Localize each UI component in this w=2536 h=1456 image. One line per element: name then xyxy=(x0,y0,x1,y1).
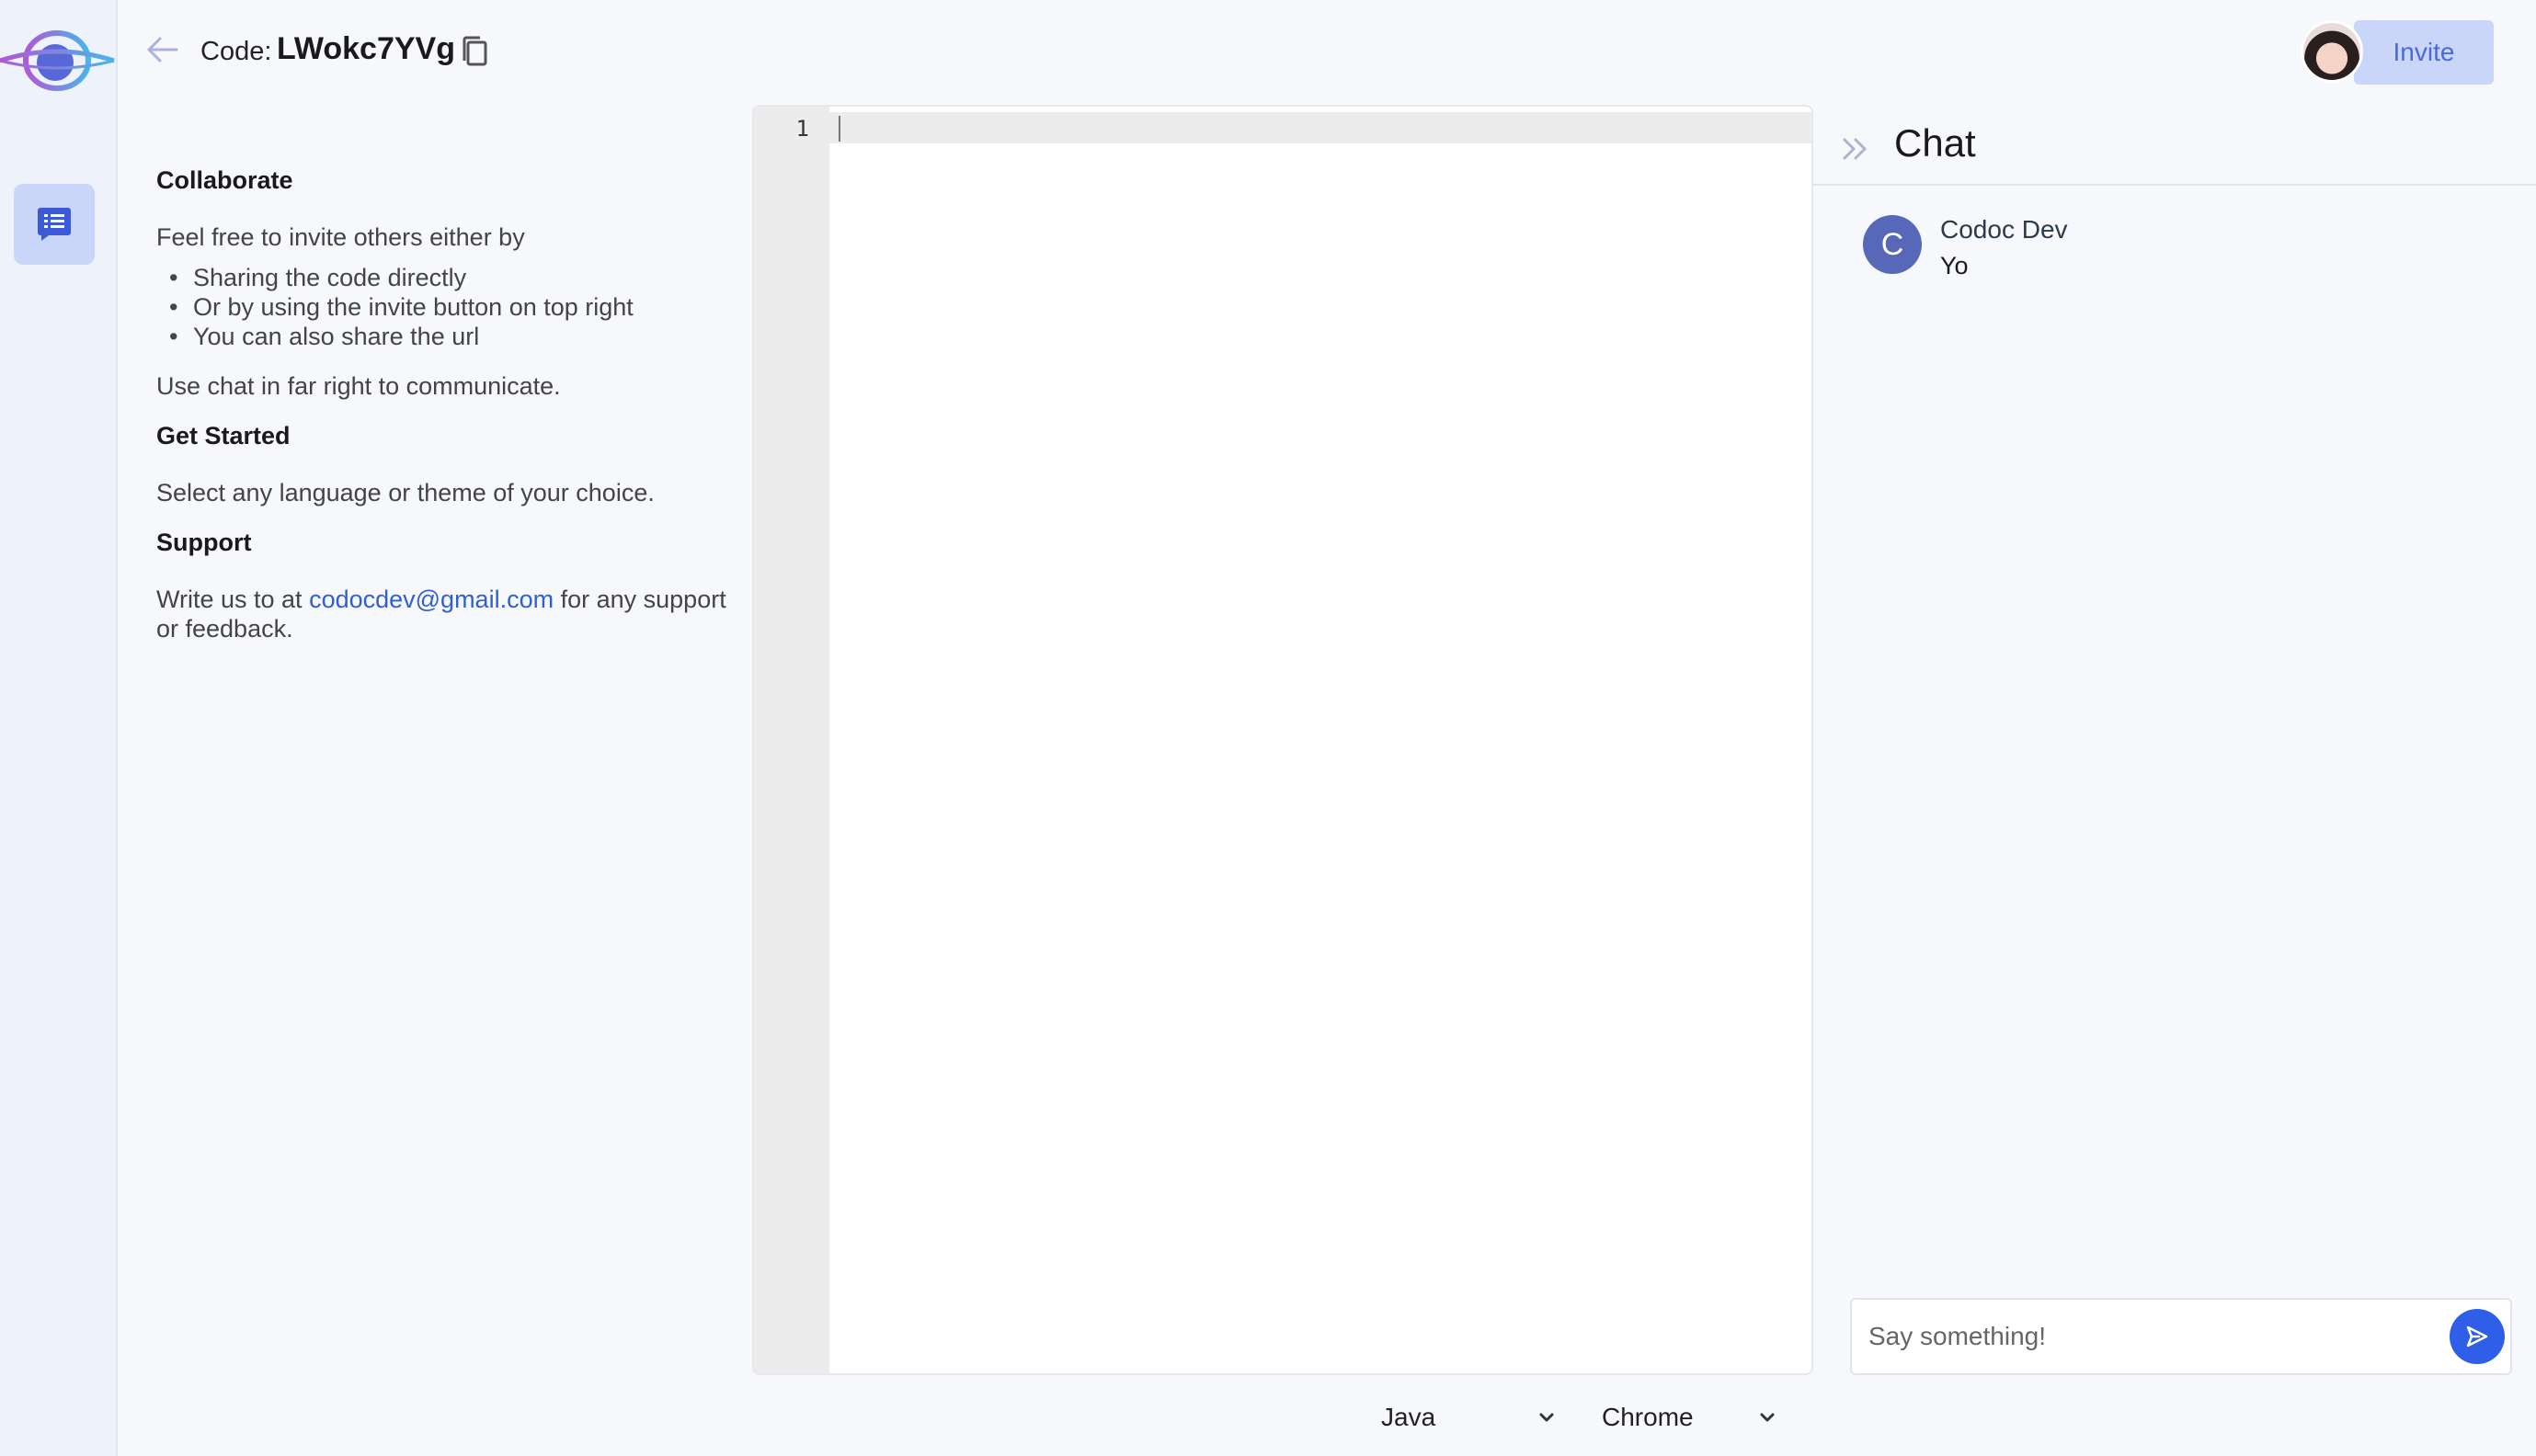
participant-avatar-photo[interactable] xyxy=(2301,20,2363,83)
collaborate-intro: Feel free to invite others either by xyxy=(156,223,525,251)
app-logo-icon xyxy=(0,30,115,91)
language-select[interactable]: Java xyxy=(1381,1397,1556,1438)
chevron-down-icon xyxy=(1760,1413,1775,1422)
chat-divider xyxy=(1813,184,2536,186)
theme-select[interactable]: Chrome xyxy=(1602,1397,1776,1438)
chat-input[interactable] xyxy=(1868,1300,2420,1373)
list-item: Or by using the invite button on top rig… xyxy=(169,292,726,322)
code-label: Code: xyxy=(200,37,272,66)
top-bar: Code: LWokc7YVg C Invite xyxy=(118,0,2536,103)
collaborate-list: Sharing the code directly Or by using th… xyxy=(169,263,726,351)
message-text: Yo xyxy=(1940,252,1969,279)
get-started-text: Select any language or theme of your cho… xyxy=(156,479,655,506)
chat-title: Chat xyxy=(1894,121,1976,165)
support-heading: Support xyxy=(156,529,252,556)
chevron-down-icon xyxy=(1539,1413,1554,1422)
copy-icon[interactable] xyxy=(460,35,491,70)
support-text: Write us to at codocdev@gmail.com for an… xyxy=(156,585,726,643)
collaborate-heading: Collaborate xyxy=(156,166,293,194)
chat-panel: Chat C Codoc Dev Yo xyxy=(1813,103,2536,1456)
notes-icon xyxy=(38,208,71,241)
back-arrow-icon[interactable] xyxy=(143,31,180,68)
notes-panel-button[interactable] xyxy=(14,184,95,265)
language-select-value: Java xyxy=(1381,1403,1436,1431)
text-cursor xyxy=(839,116,840,142)
support-prefix: Write us to at xyxy=(156,586,310,613)
left-rail xyxy=(0,0,118,1456)
get-started-heading: Get Started xyxy=(156,422,291,449)
list-item: Sharing the code directly xyxy=(169,263,726,292)
info-panel: Collaborate Feel free to invite others e… xyxy=(156,165,726,664)
active-line-highlight xyxy=(829,112,1811,143)
code-editor[interactable]: 1 xyxy=(752,105,1813,1375)
list-item: You can also share the url xyxy=(169,322,726,351)
message-author: Codoc Dev xyxy=(1940,215,2068,244)
collapse-chevrons-icon[interactable] xyxy=(1839,132,1872,165)
message-avatar: C xyxy=(1863,215,1922,274)
send-button[interactable] xyxy=(2450,1309,2505,1364)
chat-hint: Use chat in far right to communicate. xyxy=(156,372,561,400)
line-number: 1 xyxy=(795,116,809,142)
theme-select-value: Chrome xyxy=(1602,1403,1694,1431)
chat-input-box xyxy=(1850,1298,2512,1375)
room-code: LWokc7YVg xyxy=(277,31,455,66)
invite-button[interactable]: Invite xyxy=(2354,20,2494,85)
support-email-link[interactable]: codocdev@gmail.com xyxy=(309,586,554,613)
editor-gutter: 1 xyxy=(754,107,829,1373)
send-icon xyxy=(2466,1325,2488,1348)
